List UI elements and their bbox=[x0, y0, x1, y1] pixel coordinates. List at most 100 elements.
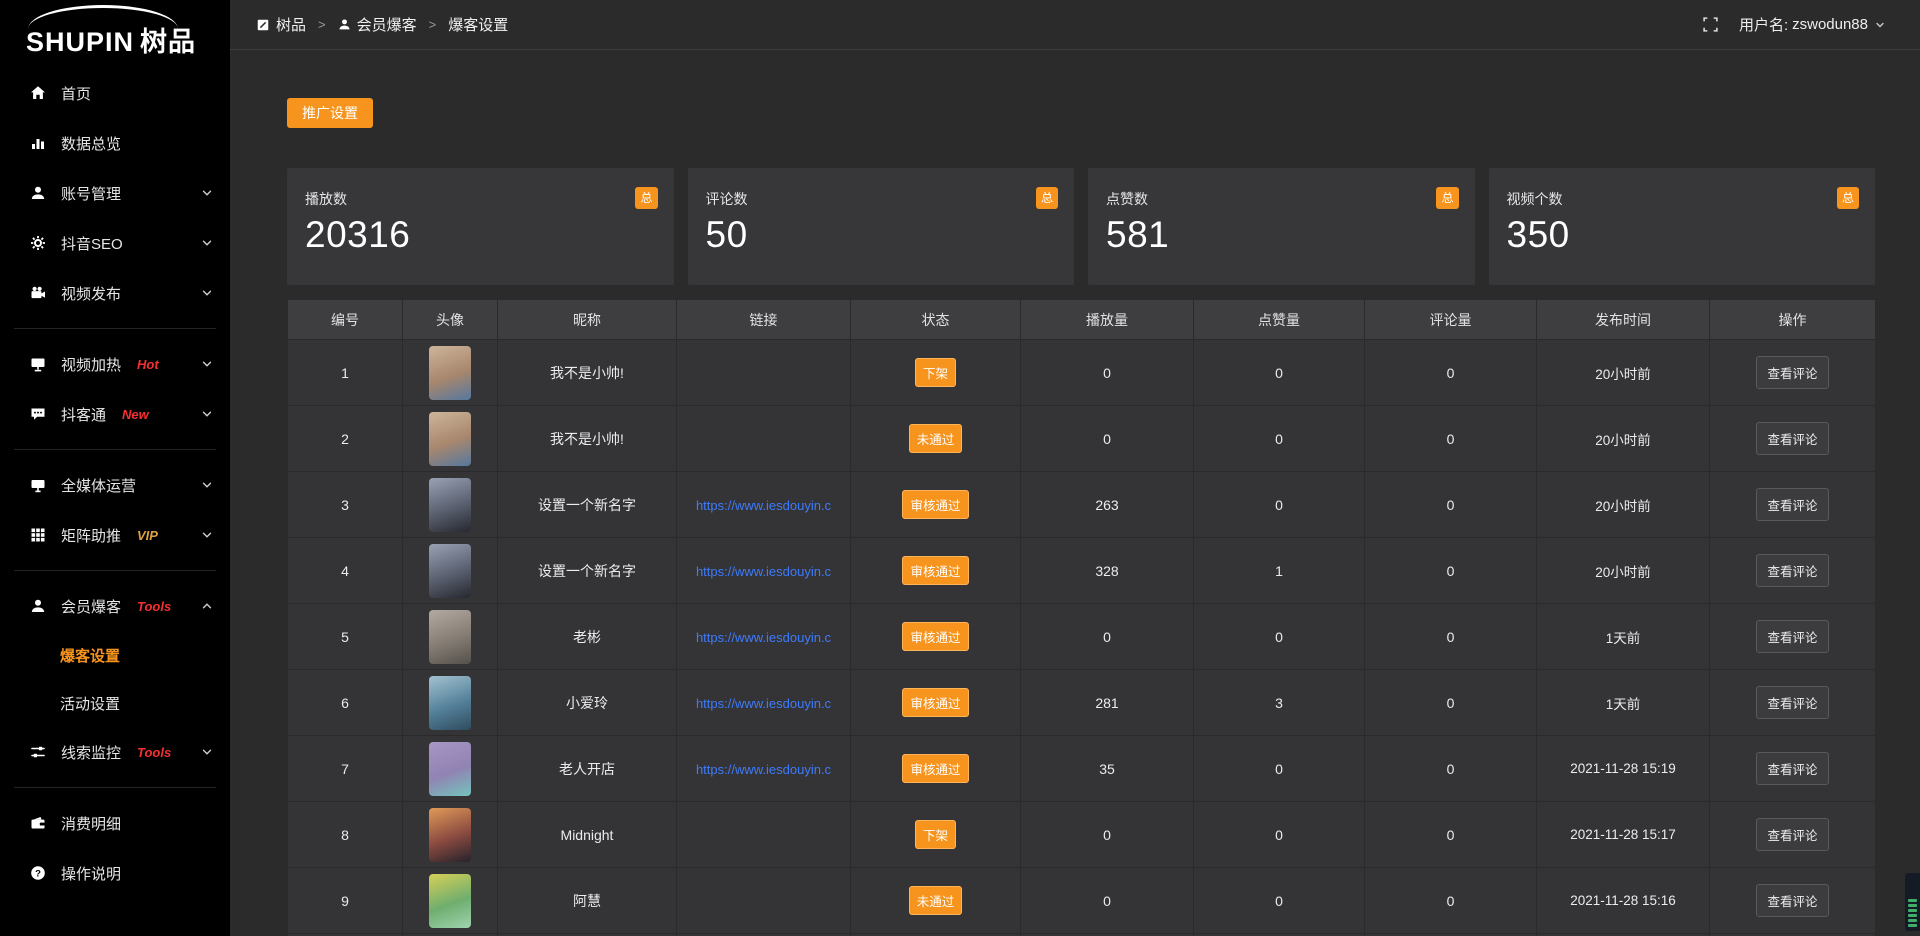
stat-label: 点赞数 bbox=[1106, 189, 1457, 209]
stat-card-videos: 视频个数 350 总 bbox=[1489, 168, 1876, 285]
breadcrumb-item-baoke-settings[interactable]: 爆客设置 bbox=[448, 14, 508, 35]
sidebar-item-label: 消费明细 bbox=[61, 813, 121, 834]
cell-id: 4 bbox=[288, 538, 403, 604]
cell-plays: 35 bbox=[1021, 736, 1194, 802]
status-badge: 审核通过 bbox=[902, 490, 968, 519]
cell-nickname: 老人开店 bbox=[498, 736, 677, 802]
video-link[interactable]: https://www.iesdouyin.c bbox=[696, 762, 831, 777]
status-badge: 下架 bbox=[915, 820, 956, 849]
view-comments-button[interactable]: 查看评论 bbox=[1756, 422, 1828, 455]
sidebar-item-clue-monitoring[interactable]: 线索监控 Tools bbox=[0, 727, 230, 777]
view-comments-button[interactable]: 查看评论 bbox=[1756, 554, 1828, 587]
column-header-actions: 操作 bbox=[1710, 300, 1876, 340]
video-link[interactable]: https://www.iesdouyin.c bbox=[696, 564, 831, 579]
sidebar-item-member-baoke[interactable]: 会员爆客 Tools bbox=[0, 581, 230, 631]
cell-likes: 0 bbox=[1194, 472, 1365, 538]
video-link[interactable]: https://www.iesdouyin.c bbox=[696, 696, 831, 711]
video-table: 编号 头像 昵称 链接 状态 播放量 点赞量 评论量 发布时间 操作 bbox=[287, 299, 1875, 936]
cell-nickname: 设置一个新名字 bbox=[498, 472, 677, 538]
sidebar-item-consumption-details[interactable]: 消费明细 bbox=[0, 798, 230, 848]
column-header-nickname: 昵称 bbox=[498, 300, 677, 340]
cell-publish-time: 20小时前 bbox=[1537, 406, 1710, 472]
column-header-plays: 播放量 bbox=[1021, 300, 1194, 340]
cell-comments: 0 bbox=[1365, 868, 1537, 934]
cell-comments: 0 bbox=[1365, 472, 1537, 538]
brand-name-cn: 树品 bbox=[140, 27, 196, 57]
cell-comments: 0 bbox=[1365, 604, 1537, 670]
username-value: zswodun88 bbox=[1792, 16, 1868, 33]
breadcrumb-separator: > bbox=[318, 17, 326, 32]
breadcrumb-item-member-baoke[interactable]: 会员爆客 bbox=[338, 14, 417, 35]
cell-id: 1 bbox=[288, 340, 403, 406]
stat-value: 50 bbox=[706, 214, 1057, 256]
user-menu[interactable]: 用户名: zswodun88 bbox=[1739, 14, 1886, 35]
cell-plays: 328 bbox=[1021, 538, 1194, 604]
sidebar-subitem-baoke-settings[interactable]: 爆客设置 bbox=[0, 631, 230, 679]
sidebar-item-matrix-boost[interactable]: 矩阵助推 VIP bbox=[0, 510, 230, 560]
performance-widget bbox=[1905, 873, 1920, 931]
breadcrumb-item-shupin[interactable]: 树品 bbox=[256, 14, 306, 35]
sidebar-item-media-operation[interactable]: 全媒体运营 bbox=[0, 460, 230, 510]
avatar bbox=[429, 412, 471, 466]
view-comments-button[interactable]: 查看评论 bbox=[1756, 752, 1828, 785]
view-comments-button[interactable]: 查看评论 bbox=[1756, 686, 1828, 719]
view-comments-button[interactable]: 查看评论 bbox=[1756, 488, 1828, 521]
sidebar-item-label: 首页 bbox=[61, 83, 91, 104]
view-comments-button[interactable]: 查看评论 bbox=[1756, 884, 1828, 917]
sidebar-item-label: 线索监控 bbox=[61, 742, 121, 763]
view-comments-button[interactable]: 查看评论 bbox=[1756, 818, 1828, 851]
sidebar-item-video-heating[interactable]: 视频加热 Hot bbox=[0, 339, 230, 389]
promotion-settings-button[interactable]: 推广设置 bbox=[287, 98, 373, 128]
cell-id: 7 bbox=[288, 736, 403, 802]
dashboard-icon bbox=[256, 18, 270, 32]
sidebar-item-doukettong[interactable]: 抖客通 New bbox=[0, 389, 230, 439]
view-comments-button[interactable]: 查看评论 bbox=[1756, 356, 1828, 389]
sidebar-item-data-overview[interactable]: 数据总览 bbox=[0, 118, 230, 168]
stat-card-plays: 播放数 20316 总 bbox=[287, 168, 674, 285]
sidebar-subitem-activity-settings[interactable]: 活动设置 bbox=[0, 679, 230, 727]
main-area: 树品 > 会员爆客 > 爆客设置 用户名: zswodun88 bbox=[230, 0, 1920, 936]
grid-icon bbox=[30, 527, 48, 543]
avatar bbox=[429, 610, 471, 664]
username-label: 用户名: bbox=[1739, 14, 1788, 35]
avatar bbox=[429, 676, 471, 730]
view-comments-button[interactable]: 查看评论 bbox=[1756, 620, 1828, 653]
sidebar-item-video-publish[interactable]: 视频发布 bbox=[0, 268, 230, 318]
sidebar-item-douyin-seo[interactable]: 抖音SEO bbox=[0, 218, 230, 268]
fullscreen-icon[interactable] bbox=[1702, 16, 1719, 33]
brand-logo[interactable]: SHUPIN树品 bbox=[0, 0, 230, 62]
sidebar-item-label: 全媒体运营 bbox=[61, 475, 136, 496]
cell-comments: 0 bbox=[1365, 406, 1537, 472]
stat-label: 视频个数 bbox=[1507, 189, 1858, 209]
sidebar-item-label: 操作说明 bbox=[61, 863, 121, 884]
monitor-icon bbox=[30, 477, 48, 493]
cell-nickname: Midnight bbox=[498, 802, 677, 868]
cell-id: 6 bbox=[288, 670, 403, 736]
sidebar-nav: 首页 数据总览 账号管理 抖音SEO 视频发布 bbox=[0, 68, 230, 898]
cell-publish-time: 1天前 bbox=[1537, 604, 1710, 670]
table-row: 9 阿慧 未通过 0 0 0 2021-11-28 15:16 查看评论 bbox=[288, 868, 1876, 934]
sidebar-divider bbox=[14, 328, 216, 329]
cell-id: 5 bbox=[288, 604, 403, 670]
stat-value: 20316 bbox=[305, 214, 656, 256]
column-header-publish-time: 发布时间 bbox=[1537, 300, 1710, 340]
table-row: 3 设置一个新名字 https://www.iesdouyin.c 审核通过 2… bbox=[288, 472, 1876, 538]
video-link[interactable]: https://www.iesdouyin.c bbox=[696, 498, 831, 513]
sidebar-item-account-management[interactable]: 账号管理 bbox=[0, 168, 230, 218]
sidebar-divider bbox=[14, 449, 216, 450]
sidebar-item-home[interactable]: 首页 bbox=[0, 68, 230, 118]
vip-badge: VIP bbox=[137, 528, 158, 543]
total-badge: 总 bbox=[1837, 187, 1859, 209]
sidebar-item-label: 视频加热 bbox=[61, 354, 121, 375]
sidebar-item-operation-guide[interactable]: ? 操作说明 bbox=[0, 848, 230, 898]
app-root: SHUPIN树品 首页 数据总览 账号管理 抖音SEO bbox=[0, 0, 1920, 936]
cell-publish-time: 2021-11-28 15:17 bbox=[1537, 802, 1710, 868]
home-icon bbox=[30, 85, 48, 101]
cell-nickname: 我不是小帅! bbox=[498, 406, 677, 472]
cell-plays: 0 bbox=[1021, 340, 1194, 406]
video-link[interactable]: https://www.iesdouyin.c bbox=[696, 630, 831, 645]
total-badge: 总 bbox=[635, 187, 657, 209]
avatar bbox=[429, 346, 471, 400]
table-row: 7 老人开店 https://www.iesdouyin.c 审核通过 35 0… bbox=[288, 736, 1876, 802]
user-icon bbox=[338, 18, 351, 31]
